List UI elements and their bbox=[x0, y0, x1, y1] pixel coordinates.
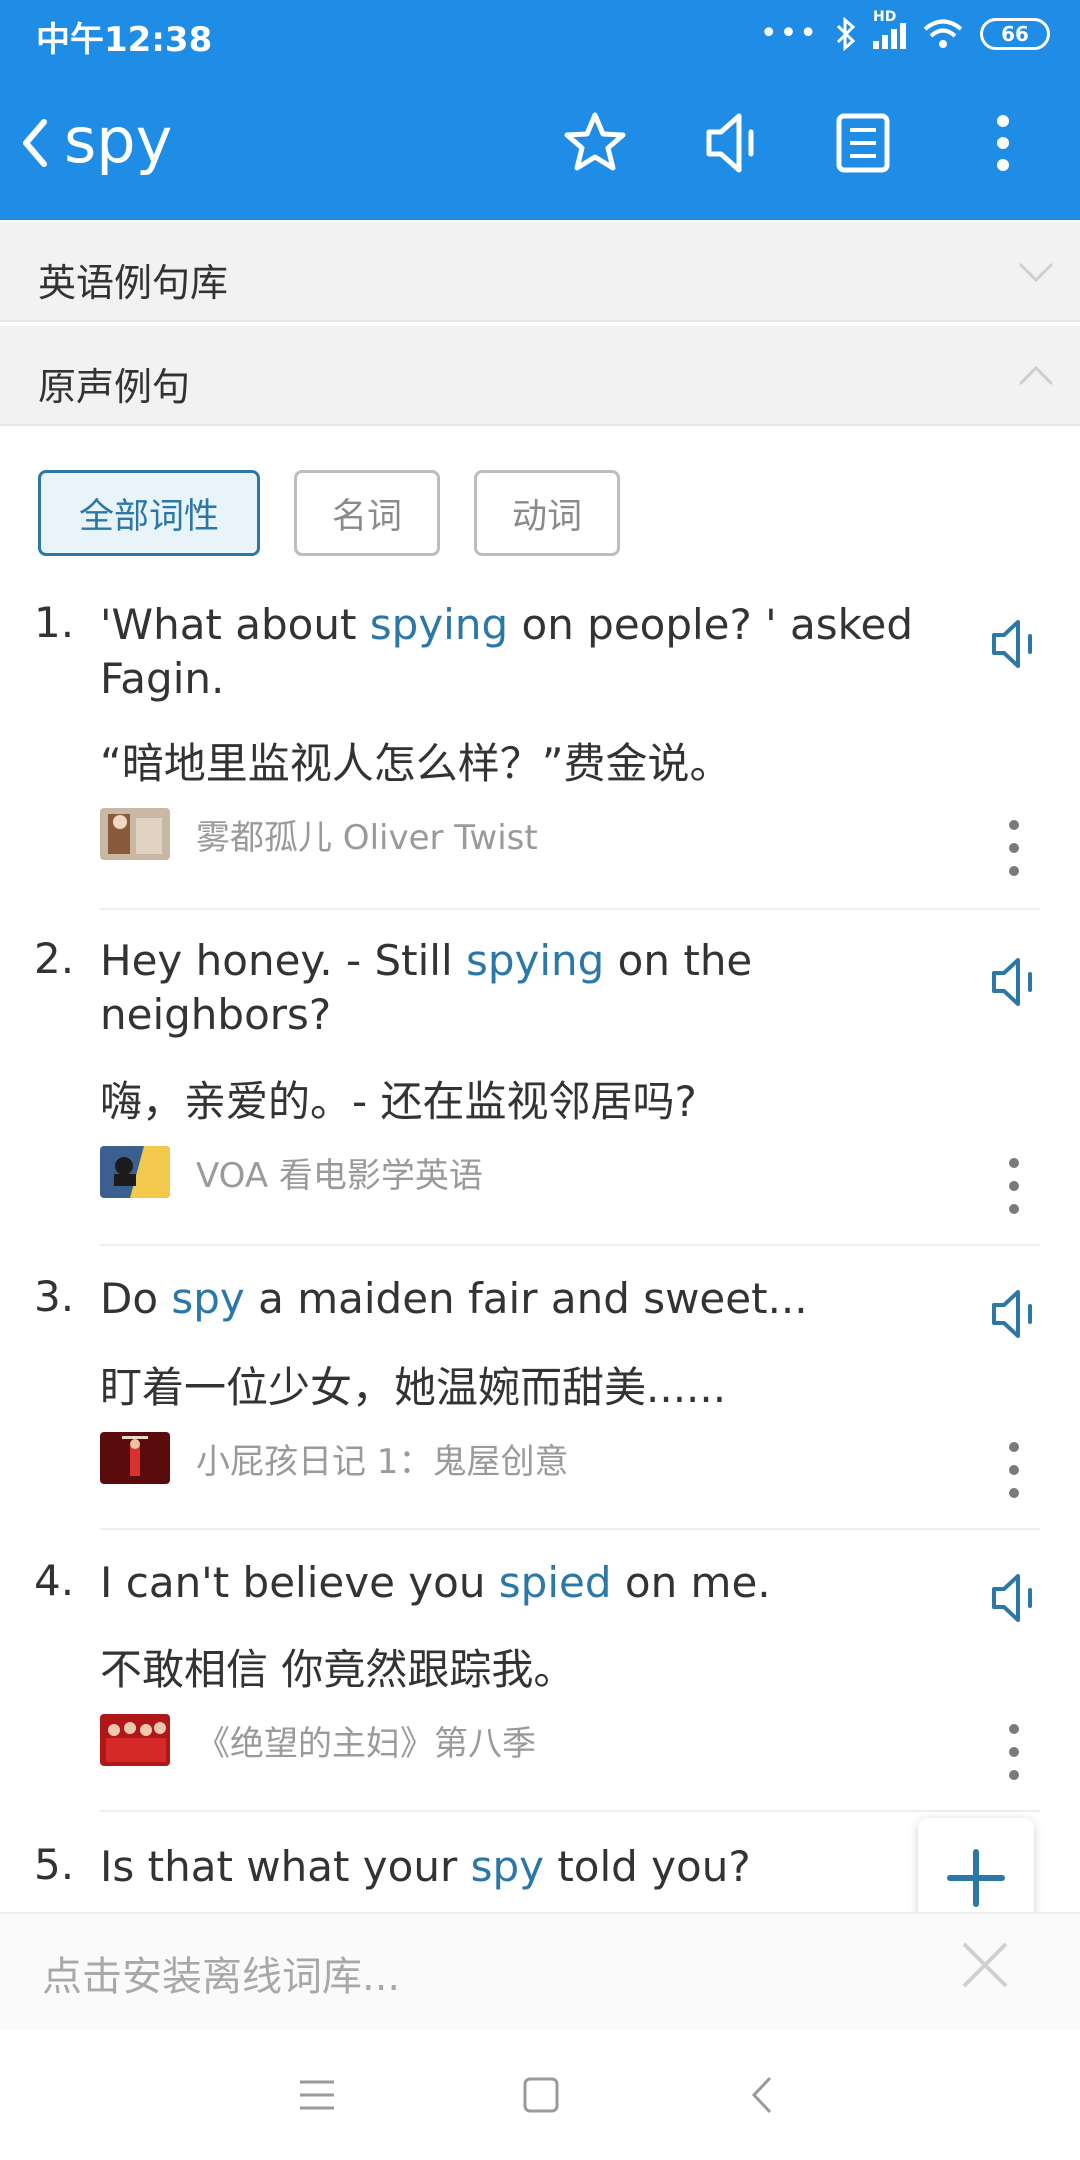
source-title[interactable]: 《绝望的主妇》第八季 bbox=[196, 1716, 536, 1765]
example-number: 3. bbox=[34, 1272, 75, 1321]
source-title[interactable]: 小屁孩日记 1：鬼屋创意 bbox=[196, 1434, 568, 1483]
example-text: 'What about bbox=[100, 600, 370, 649]
example-english: 'What about spying on people? ' asked Fa… bbox=[100, 598, 920, 706]
battery-level: 66 bbox=[1001, 22, 1029, 46]
chevron-down-icon bbox=[1018, 262, 1054, 283]
source-thumbnail bbox=[100, 1714, 170, 1766]
battery-icon: 66 bbox=[980, 18, 1050, 50]
status-icons: ••• HD 66 bbox=[759, 9, 1050, 54]
example-text: a maiden fair and sweet... bbox=[244, 1274, 808, 1323]
example-english: Is that what your spy told you? bbox=[100, 1840, 920, 1894]
title-bar: spy bbox=[0, 80, 1080, 210]
section-label: 原声例句 bbox=[38, 365, 191, 409]
divider bbox=[100, 1244, 1040, 1246]
speaker-icon bbox=[706, 113, 754, 173]
play-audio-icon[interactable] bbox=[990, 954, 1040, 1010]
highlighted-word: spy bbox=[171, 1274, 245, 1323]
section-label: 英语例句库 bbox=[38, 261, 229, 305]
favorite-button[interactable] bbox=[560, 108, 630, 178]
highlighted-word: spying bbox=[465, 936, 605, 985]
back-icon[interactable] bbox=[740, 2070, 790, 2120]
divider bbox=[100, 1528, 1040, 1530]
example-text: Do bbox=[100, 1274, 172, 1323]
example-number: 2. bbox=[34, 934, 75, 983]
example-translation: 盯着一位少女，她温婉而甜美...... bbox=[100, 1363, 727, 1412]
back-arrow-icon[interactable] bbox=[8, 108, 68, 178]
more-vertical-icon[interactable] bbox=[1000, 820, 1028, 876]
example-number: 5. bbox=[34, 1840, 75, 1889]
section-english-example-library[interactable]: 英语例句库 bbox=[0, 222, 1080, 322]
source-thumbnail bbox=[100, 808, 170, 860]
more-dots-icon: ••• bbox=[759, 16, 819, 51]
example-translation: “暗地里监视人怎么样？”费金说。 bbox=[100, 739, 732, 788]
chevron-up-icon bbox=[1018, 365, 1054, 386]
filter-all-parts-of-speech[interactable]: 全部词性 bbox=[38, 470, 260, 556]
example-number: 4. bbox=[34, 1556, 75, 1605]
close-icon[interactable] bbox=[958, 1938, 1012, 1992]
pronounce-button[interactable] bbox=[698, 108, 768, 178]
star-icon bbox=[564, 112, 626, 171]
example-english: Hey honey. - Still spying on the neighbo… bbox=[100, 934, 920, 1042]
play-audio-icon[interactable] bbox=[990, 1286, 1040, 1342]
play-audio-icon[interactable] bbox=[990, 616, 1040, 672]
source-title[interactable]: VOA 看电影学英语 bbox=[196, 1148, 483, 1197]
system-navigation-bar bbox=[0, 2030, 1080, 2160]
more-vertical-icon[interactable] bbox=[1000, 1158, 1028, 1214]
highlighted-word: spied bbox=[498, 1558, 612, 1607]
menu-icon[interactable] bbox=[292, 2070, 342, 2120]
source-title[interactable]: 雾都孤儿 Oliver Twist bbox=[196, 810, 538, 859]
install-prompt-text[interactable]: 点击安装离线词库... bbox=[42, 1944, 400, 2002]
status-time: 中午12:38 bbox=[36, 20, 213, 60]
install-offline-dictionary-bar[interactable]: 点击安装离线词库... bbox=[0, 1912, 1080, 2030]
more-vertical-icon[interactable] bbox=[1000, 1724, 1028, 1780]
part-of-speech-filter: 全部词性 名词 动词 bbox=[38, 470, 620, 560]
more-vertical-icon[interactable] bbox=[1000, 1442, 1028, 1498]
example-text: told you? bbox=[543, 1842, 751, 1891]
section-original-audio-examples[interactable]: 原声例句 bbox=[0, 326, 1080, 426]
more-vertical-icon bbox=[997, 115, 1009, 171]
example-text: on me. bbox=[611, 1558, 771, 1607]
example-number: 1. bbox=[34, 598, 75, 647]
filter-noun[interactable]: 名词 bbox=[294, 470, 440, 556]
play-audio-icon[interactable] bbox=[990, 1570, 1040, 1626]
example-text: Is that what your bbox=[100, 1842, 471, 1891]
overflow-menu-button[interactable] bbox=[968, 108, 1038, 178]
wifi-icon bbox=[923, 19, 963, 48]
wordbook-button[interactable] bbox=[828, 108, 898, 178]
example-english: I can't believe you spied on me. bbox=[100, 1556, 920, 1610]
example-text: Hey honey. - Still bbox=[100, 936, 466, 985]
status-bar: 中午12:38 ••• HD 66 bbox=[0, 0, 1080, 68]
example-translation: 嗨，亲爱的。- 还在监视邻居吗? bbox=[100, 1077, 697, 1126]
divider bbox=[100, 908, 1040, 910]
bluetooth-icon bbox=[836, 17, 856, 51]
network-type-label: HD bbox=[873, 9, 897, 25]
example-english: Do spy a maiden fair and sweet... bbox=[100, 1272, 920, 1326]
source-thumbnail bbox=[100, 1432, 170, 1484]
example-text: I can't believe you bbox=[100, 1558, 499, 1607]
source-thumbnail bbox=[100, 1146, 170, 1198]
divider bbox=[100, 1810, 1040, 1812]
app-bar: 中午12:38 ••• HD 66 spy bbox=[0, 0, 1080, 220]
highlighted-word: spy bbox=[470, 1842, 544, 1891]
filter-verb[interactable]: 动词 bbox=[474, 470, 620, 556]
list-document-icon bbox=[836, 113, 890, 173]
page-title: spy bbox=[64, 104, 173, 177]
example-translation: 不敢相信 你竟然跟踪我。 bbox=[100, 1645, 576, 1694]
highlighted-word: spying bbox=[369, 600, 509, 649]
home-icon[interactable] bbox=[516, 2070, 566, 2120]
